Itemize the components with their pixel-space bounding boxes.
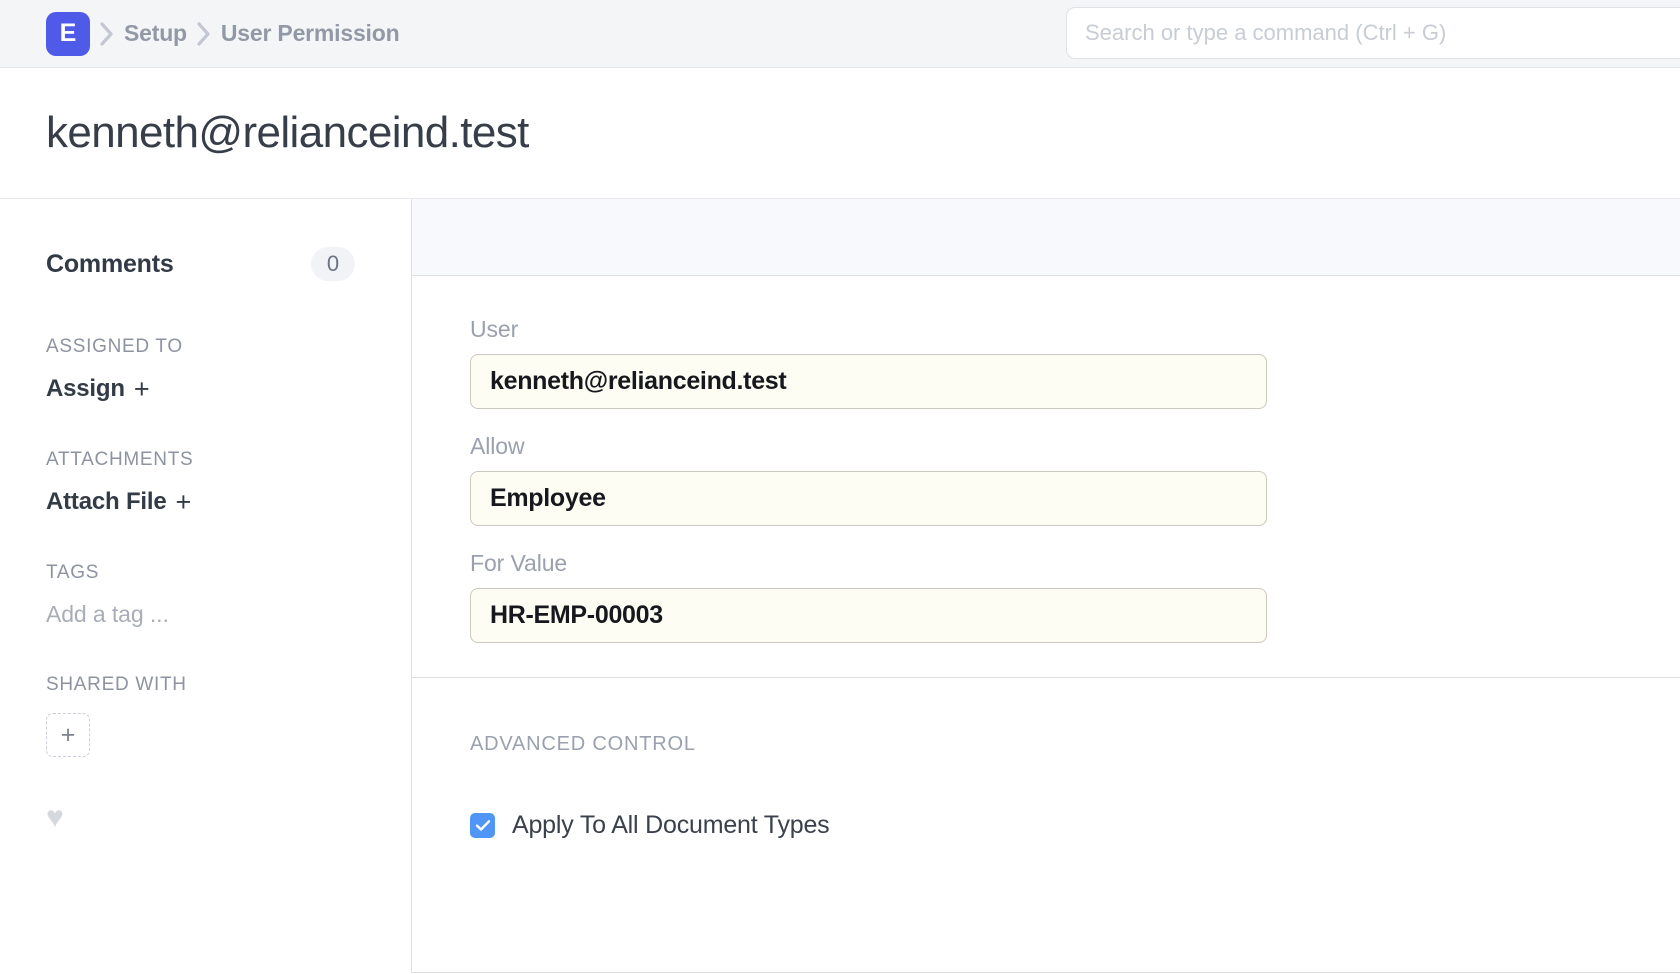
search-box (1066, 7, 1680, 59)
attachments-heading: ATTACHMENTS (46, 449, 365, 471)
navbar: E Setup User Permission (0, 0, 1680, 68)
sidebar-section-shared-with: SHARED WITH + (46, 674, 365, 757)
attach-file-button[interactable]: Attach File + (46, 488, 191, 516)
field-user: User (470, 316, 1680, 409)
allow-input[interactable] (470, 471, 1267, 526)
breadcrumb-chevron-icon-2 (187, 21, 221, 47)
apply-to-all-document-types-checkbox[interactable] (470, 813, 495, 838)
heart-icon[interactable]: ♥ (46, 803, 365, 833)
add-tag-input[interactable]: Add a tag ... (46, 601, 365, 628)
apply-to-all-document-types-label: Apply To All Document Types (512, 811, 829, 840)
search-input[interactable] (1066, 7, 1680, 59)
advanced-control-section: ADVANCED CONTROL Apply To All Document T… (412, 678, 1680, 973)
plus-icon: + (61, 723, 76, 748)
add-share-button[interactable]: + (46, 713, 90, 757)
field-label-allow: Allow (470, 433, 1680, 460)
comments-count-badge: 0 (311, 247, 355, 281)
content-toolbar-strip (412, 199, 1680, 276)
attach-file-label: Attach File (46, 488, 166, 516)
sidebar-section-assigned-to: ASSIGNED TO Assign + (46, 336, 365, 403)
field-label-for-value: For Value (470, 550, 1680, 577)
app-logo-letter: E (60, 19, 77, 48)
field-label-user: User (470, 316, 1680, 343)
assign-label: Assign (46, 375, 125, 403)
sidebar: Comments 0 ASSIGNED TO Assign + ATTACHME… (0, 199, 411, 973)
assigned-to-heading: ASSIGNED TO (46, 336, 365, 358)
check-icon (475, 819, 491, 832)
sidebar-section-attachments: ATTACHMENTS Attach File + (46, 449, 365, 516)
plus-icon: + (134, 376, 150, 403)
app-logo[interactable]: E (46, 12, 90, 56)
breadcrumb-item-user-permission[interactable]: User Permission (221, 20, 400, 47)
breadcrumb-chevron-icon (90, 21, 124, 47)
page-header: kenneth@relianceind.test (0, 68, 1680, 199)
field-allow: Allow (470, 433, 1680, 526)
sidebar-section-tags: TAGS Add a tag ... (46, 562, 365, 628)
page-title: kenneth@relianceind.test (46, 108, 529, 158)
tags-heading: TAGS (46, 562, 365, 584)
page-body: Comments 0 ASSIGNED TO Assign + ATTACHME… (0, 199, 1680, 973)
breadcrumb-item-setup[interactable]: Setup (124, 20, 187, 47)
apply-to-all-document-types-row[interactable]: Apply To All Document Types (470, 811, 1680, 840)
field-for-value: For Value (470, 550, 1680, 643)
for-value-input[interactable] (470, 588, 1267, 643)
advanced-control-heading: ADVANCED CONTROL (470, 733, 1680, 756)
user-input[interactable] (470, 354, 1267, 409)
comments-label: Comments (46, 250, 174, 279)
form-section: User Allow For Value (412, 276, 1680, 678)
main-content: User Allow For Value ADVANCED CONTROL (411, 199, 1680, 973)
shared-with-heading: SHARED WITH (46, 674, 365, 696)
assign-button[interactable]: Assign + (46, 375, 149, 403)
sidebar-comments-row[interactable]: Comments 0 (46, 247, 365, 281)
plus-icon: + (175, 489, 191, 516)
